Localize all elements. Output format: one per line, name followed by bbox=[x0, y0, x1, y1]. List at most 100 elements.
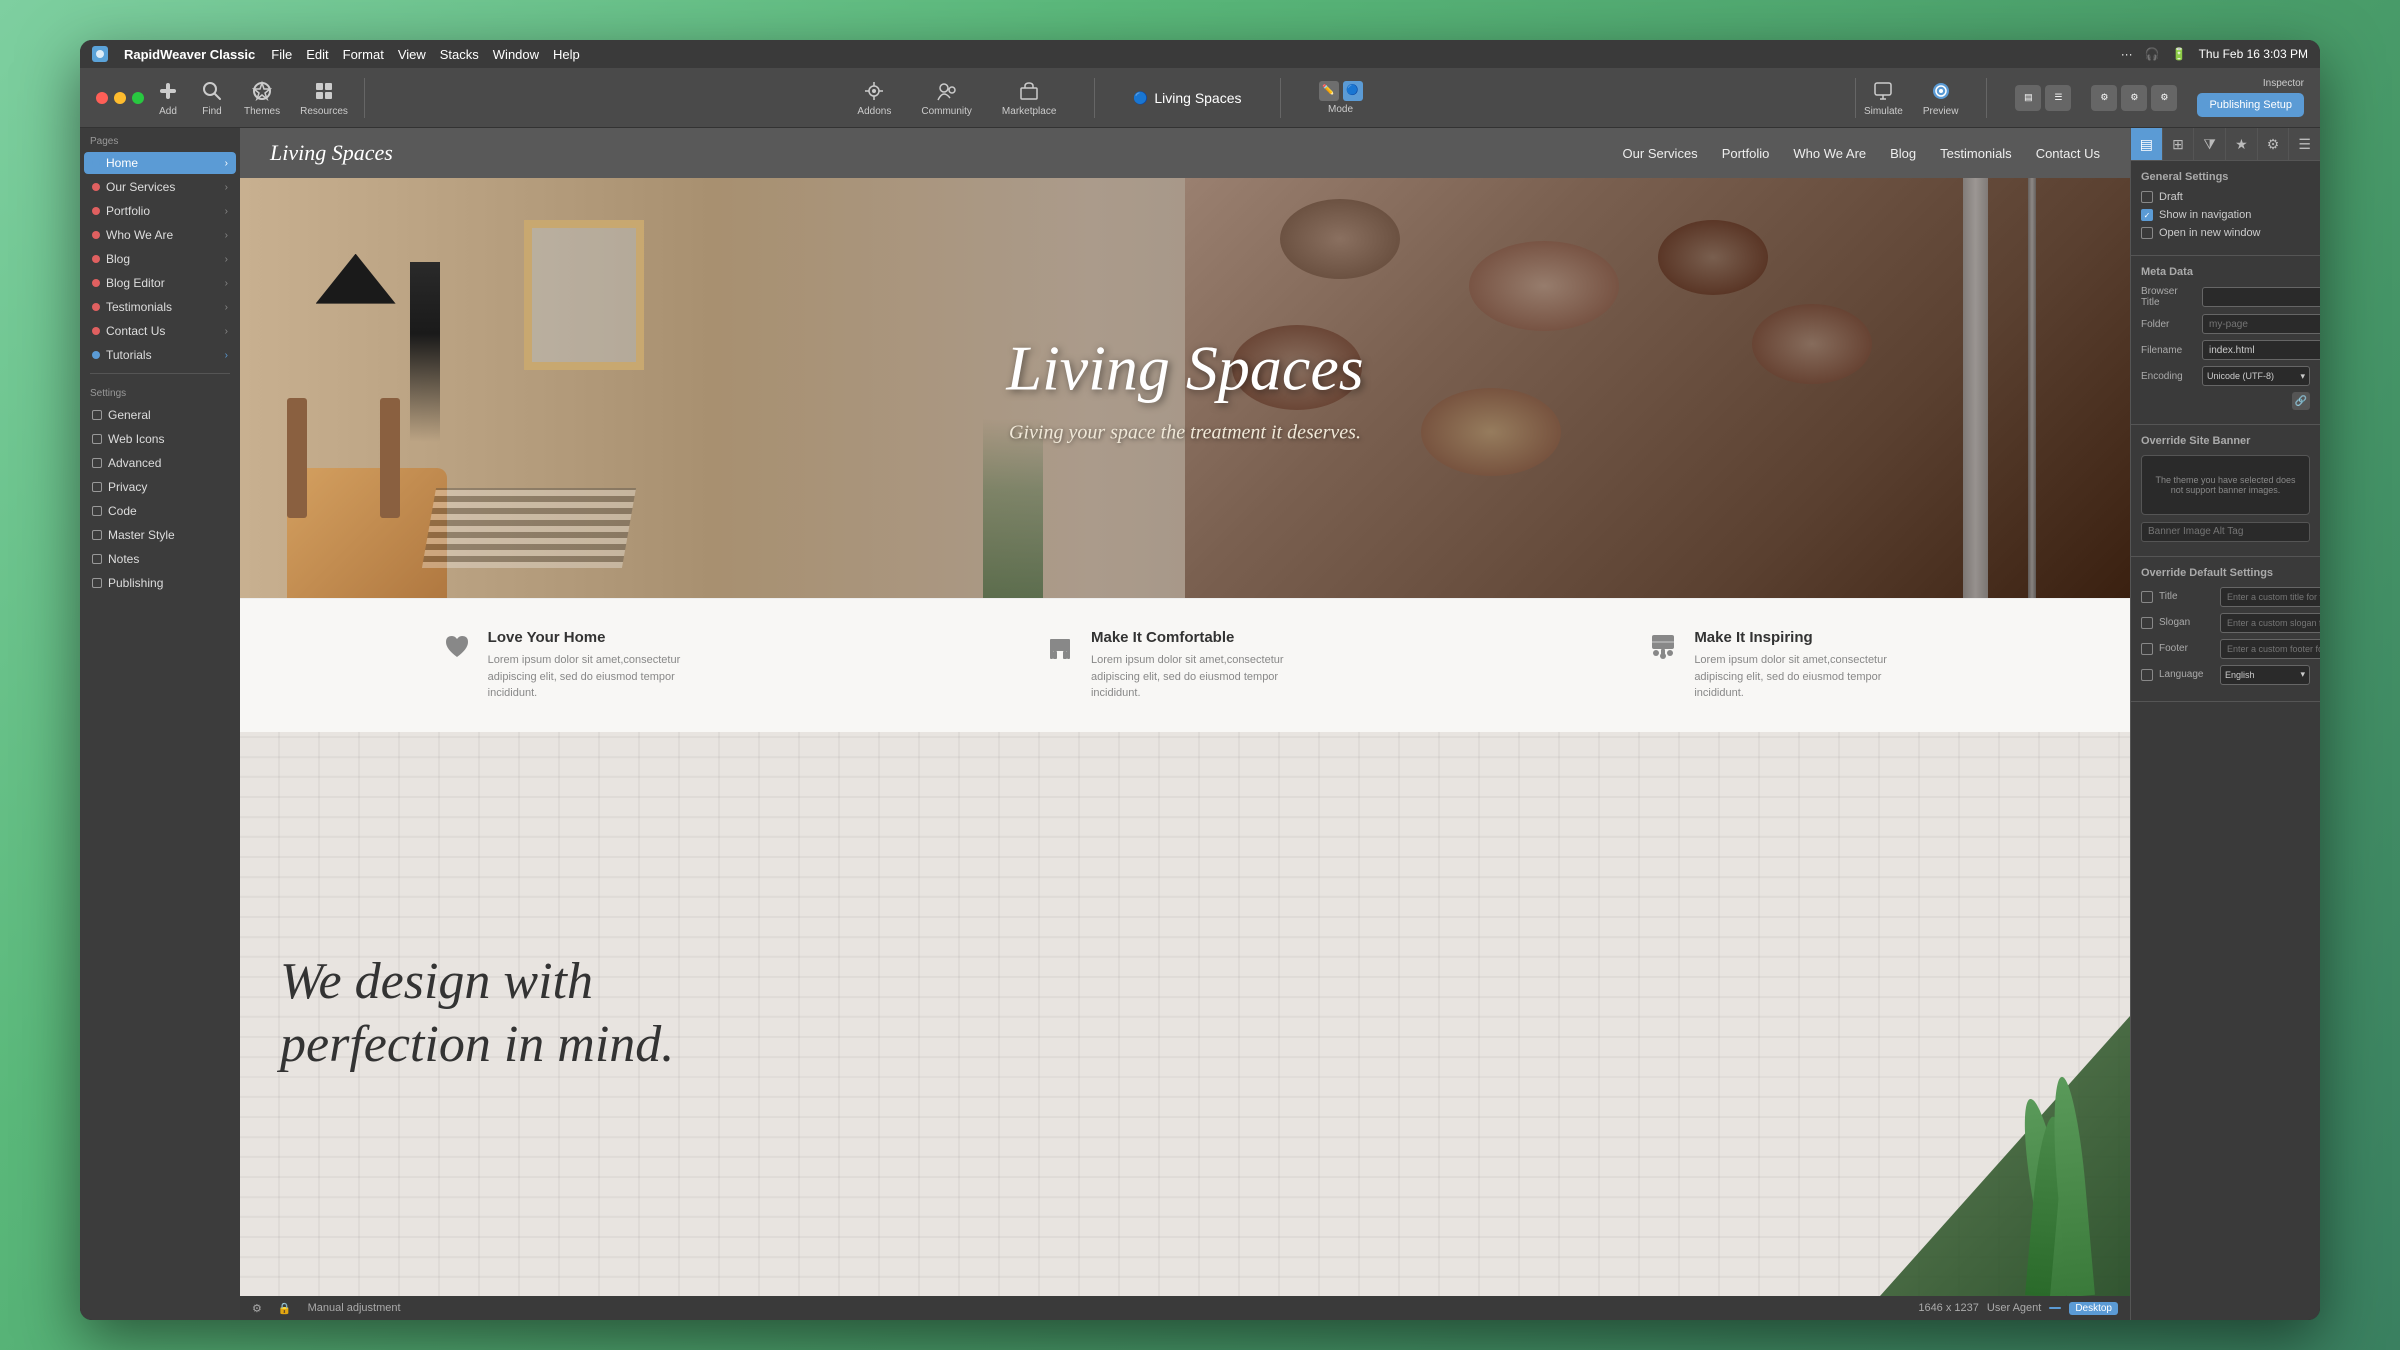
who-we-are-arrow: › bbox=[225, 230, 228, 241]
draft-checkbox[interactable] bbox=[2141, 191, 2153, 203]
sidebar-item-privacy[interactable]: Privacy bbox=[84, 476, 236, 498]
inspector-tab-gear[interactable]: ☰ bbox=[2289, 128, 2320, 160]
inspector-view-btn[interactable]: ▤ bbox=[2015, 85, 2041, 111]
sidebar-item-blog-editor[interactable]: Blog Editor › bbox=[84, 272, 236, 294]
add-button[interactable]: Add bbox=[156, 79, 180, 117]
list-view-btn[interactable]: ☰ bbox=[2045, 85, 2071, 111]
browser-title-input[interactable] bbox=[2202, 287, 2320, 307]
slogan-override-row: Slogan bbox=[2141, 613, 2310, 633]
menu-format[interactable]: Format bbox=[343, 47, 384, 62]
nav-who-we-are[interactable]: Who We Are bbox=[1793, 146, 1866, 161]
nav-blog[interactable]: Blog bbox=[1890, 146, 1916, 161]
design-title-line2: perfection in mind. bbox=[280, 1014, 2090, 1076]
sidebar-item-publishing[interactable]: Publishing bbox=[84, 572, 236, 594]
fullscreen-button[interactable] bbox=[132, 92, 144, 104]
contact-us-arrow: › bbox=[225, 326, 228, 337]
addons-button[interactable]: Addons bbox=[857, 79, 891, 117]
find-button[interactable]: Find bbox=[200, 79, 224, 117]
resources-button[interactable]: Resources bbox=[300, 79, 348, 117]
sliders-icon: ⧩ bbox=[2203, 136, 2216, 153]
sidebar-item-general[interactable]: General bbox=[84, 404, 236, 426]
home-dot bbox=[92, 159, 100, 167]
inspector-tab-star[interactable]: ★ bbox=[2226, 128, 2258, 160]
title-override-input[interactable] bbox=[2220, 587, 2320, 607]
show-in-nav-label: Show in navigation bbox=[2159, 209, 2251, 221]
sidebar-item-code[interactable]: Code bbox=[84, 500, 236, 522]
sidebar-item-home[interactable]: Home › bbox=[84, 152, 236, 174]
sidebar-item-testimonials[interactable]: Testimonials › bbox=[84, 296, 236, 318]
sidebar: Pages Home › Our Services › Portfolio › … bbox=[80, 128, 240, 1320]
privacy-label: Privacy bbox=[108, 480, 147, 494]
contact-us-dot bbox=[92, 327, 100, 335]
gear-view-btn2[interactable]: ⚙ bbox=[2121, 85, 2147, 111]
portfolio-label: Portfolio bbox=[106, 204, 150, 218]
preview-button[interactable]: Preview bbox=[1923, 79, 1959, 117]
banner-alt-tag-input[interactable] bbox=[2141, 522, 2310, 542]
community-button[interactable]: Community bbox=[921, 79, 972, 117]
filename-input[interactable] bbox=[2202, 340, 2320, 360]
folder-input[interactable] bbox=[2202, 314, 2320, 334]
footer-override-row: Footer bbox=[2141, 639, 2310, 659]
sidebar-item-advanced[interactable]: Advanced bbox=[84, 452, 236, 474]
menu-file[interactable]: File bbox=[271, 47, 292, 62]
table-icon: ⊞ bbox=[2172, 136, 2184, 153]
code-label: Code bbox=[108, 504, 137, 518]
sidebar-item-web-icons[interactable]: Web Icons bbox=[84, 428, 236, 450]
language-override-checkbox[interactable] bbox=[2141, 669, 2153, 681]
gear-view-btn1[interactable]: ⚙ bbox=[2091, 85, 2117, 111]
sidebar-item-portfolio[interactable]: Portfolio › bbox=[84, 200, 236, 222]
open-new-window-checkbox[interactable] bbox=[2141, 227, 2153, 239]
feature-inspiring: Make It Inspiring Lorem ipsum dolor sit … bbox=[1648, 629, 1928, 702]
menu-view[interactable]: View bbox=[398, 47, 426, 62]
nav-contact-us[interactable]: Contact Us bbox=[2036, 146, 2100, 161]
show-in-nav-checkbox[interactable] bbox=[2141, 209, 2153, 221]
publishing-setup-button[interactable]: Publishing Setup bbox=[2197, 93, 2304, 117]
addons-label: Addons bbox=[857, 106, 891, 117]
language-select[interactable]: English ▾ bbox=[2220, 665, 2310, 685]
preview-mode-button[interactable]: 🔵 bbox=[1343, 81, 1363, 101]
simulate-button[interactable]: Simulate bbox=[1864, 79, 1903, 117]
tutorials-arrow: › bbox=[225, 350, 228, 361]
nav-testimonials[interactable]: Testimonials bbox=[1940, 146, 2012, 161]
who-we-are-dot bbox=[92, 231, 100, 239]
chair-icon bbox=[1045, 631, 1075, 668]
minimize-button[interactable] bbox=[114, 92, 126, 104]
inspector-tab-settings[interactable]: ⚙ bbox=[2258, 128, 2290, 160]
slogan-override-input[interactable] bbox=[2220, 613, 2320, 633]
link-icon-button[interactable]: 🔗 bbox=[2292, 392, 2310, 410]
sidebar-item-who-we-are[interactable]: Who We Are › bbox=[84, 224, 236, 246]
encoding-select[interactable]: Unicode (UTF-8) ▾ bbox=[2202, 366, 2310, 386]
feature-comfortable-title: Make It Comfortable bbox=[1091, 629, 1325, 646]
gear-view-btn3[interactable]: ⚙ bbox=[2151, 85, 2177, 111]
footer-override-checkbox[interactable] bbox=[2141, 643, 2153, 655]
encoding-value: Unicode (UTF-8) bbox=[2207, 371, 2274, 381]
sidebar-item-contact-us[interactable]: Contact Us › bbox=[84, 320, 236, 342]
menu-help[interactable]: Help bbox=[553, 47, 580, 62]
main-area: Pages Home › Our Services › Portfolio › … bbox=[80, 128, 2320, 1320]
menu-edit[interactable]: Edit bbox=[306, 47, 328, 62]
footer-override-input[interactable] bbox=[2220, 639, 2320, 659]
sidebar-item-tutorials[interactable]: Tutorials › bbox=[84, 344, 236, 366]
menu-window[interactable]: Window bbox=[493, 47, 539, 62]
themes-button[interactable]: Themes bbox=[244, 79, 280, 117]
inspector-tab-table[interactable]: ⊞ bbox=[2163, 128, 2195, 160]
edit-mode-button[interactable]: ✏️ bbox=[1319, 81, 1339, 101]
sidebar-item-notes[interactable]: Notes bbox=[84, 548, 236, 570]
inspector-panel: ▤ ⊞ ⧩ ★ ⚙ ☰ General S bbox=[2130, 128, 2320, 1320]
marketplace-button[interactable]: Marketplace bbox=[1002, 79, 1056, 117]
pages-section-label: Pages bbox=[80, 128, 240, 151]
close-button[interactable] bbox=[96, 92, 108, 104]
sidebar-item-our-services[interactable]: Our Services › bbox=[84, 176, 236, 198]
nav-portfolio[interactable]: Portfolio bbox=[1722, 146, 1770, 161]
inspector-tab-sliders[interactable]: ⧩ bbox=[2194, 128, 2226, 160]
nav-our-services[interactable]: Our Services bbox=[1623, 146, 1698, 161]
title-override-checkbox[interactable] bbox=[2141, 591, 2153, 603]
sidebar-item-blog[interactable]: Blog › bbox=[84, 248, 236, 270]
adjustment-label: Manual adjustment bbox=[308, 1302, 401, 1314]
toolbar: Add Find Themes bbox=[80, 68, 2320, 128]
app-name: RapidWeaver Classic bbox=[124, 47, 255, 62]
inspector-tab-grid[interactable]: ▤ bbox=[2131, 128, 2163, 160]
sidebar-item-master-style[interactable]: Master Style bbox=[84, 524, 236, 546]
menu-stacks[interactable]: Stacks bbox=[440, 47, 479, 62]
slogan-override-checkbox[interactable] bbox=[2141, 617, 2153, 629]
